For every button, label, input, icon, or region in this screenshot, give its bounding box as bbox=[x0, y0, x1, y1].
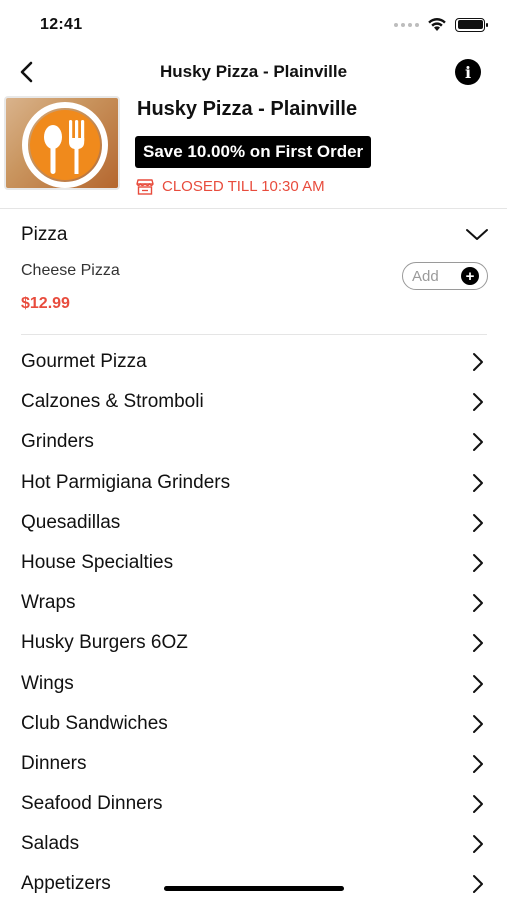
category-label: Seafood Dinners bbox=[21, 793, 163, 815]
menu-item-name: Cheese Pizza bbox=[21, 262, 120, 279]
menu-item-price: $12.99 bbox=[21, 295, 70, 312]
chevron-right-icon bbox=[473, 473, 483, 492]
promo-badge: Save 10.00% on First Order bbox=[135, 136, 372, 168]
battery-icon bbox=[455, 17, 488, 32]
menu-item[interactable]: Cheese Pizza $12.99 Add + bbox=[0, 258, 507, 324]
store-status: CLOSED TILL 10:30 AM bbox=[136, 178, 325, 195]
category-label: Calzones & Stromboli bbox=[21, 391, 204, 413]
chevron-right-icon bbox=[473, 594, 483, 613]
chevron-right-icon bbox=[473, 353, 483, 371]
category-label: Gourmet Pizza bbox=[21, 351, 147, 372]
category-row-quesadillas[interactable]: Quesadillas bbox=[0, 503, 507, 543]
category-label: Club Sandwiches bbox=[21, 712, 168, 734]
category-row-wings[interactable]: Wings bbox=[0, 664, 507, 704]
chevron-down-icon bbox=[466, 229, 488, 240]
info-icon: i bbox=[464, 62, 472, 82]
category-label: Quesadillas bbox=[21, 511, 121, 533]
category-label: House Specialties bbox=[21, 551, 174, 573]
restaurant-logo bbox=[4, 96, 120, 190]
plus-icon: + bbox=[461, 267, 479, 285]
store-status-text: CLOSED TILL 10:30 AM bbox=[162, 178, 325, 195]
category-label: Wings bbox=[21, 672, 74, 694]
section-header-pizza[interactable]: Pizza bbox=[0, 214, 507, 256]
category-row-grinders[interactable]: Grinders bbox=[0, 422, 507, 462]
store-icon bbox=[136, 178, 154, 195]
category-row-husky-burgers[interactable]: Husky Burgers 6OZ bbox=[0, 623, 507, 663]
status-bar: 12:41 bbox=[0, 0, 507, 48]
chevron-right-icon bbox=[473, 433, 483, 452]
chevron-right-icon bbox=[473, 835, 483, 854]
add-button-label: Add bbox=[412, 267, 439, 285]
chevron-right-icon bbox=[473, 875, 483, 894]
category-label: Wraps bbox=[21, 592, 76, 614]
category-label: Husky Burgers 6OZ bbox=[21, 632, 188, 654]
category-row-seafood-dinners[interactable]: Seafood Dinners bbox=[0, 784, 507, 824]
chevron-right-icon bbox=[473, 513, 483, 532]
nav-title: Husky Pizza - Plainville bbox=[159, 62, 348, 81]
items-divider bbox=[21, 334, 487, 335]
cellular-signal-icon bbox=[394, 22, 419, 27]
home-indicator[interactable] bbox=[164, 886, 344, 891]
category-row-hot-parmigiana-grinders[interactable]: Hot Parmigiana Grinders bbox=[0, 463, 507, 503]
chevron-right-icon bbox=[473, 393, 483, 412]
category-row-calzones-stromboli[interactable]: Calzones & Stromboli bbox=[0, 382, 507, 422]
category-row-gourmet-pizza[interactable]: Gourmet Pizza bbox=[0, 342, 507, 382]
chevron-right-icon bbox=[473, 674, 483, 693]
wifi-icon bbox=[428, 18, 446, 31]
restaurant-name: Husky Pizza - Plainville bbox=[137, 98, 358, 120]
category-list: Gourmet Pizza Calzones & Stromboli Grind… bbox=[0, 342, 507, 900]
category-row-dinners[interactable]: Dinners bbox=[0, 744, 507, 784]
header-divider bbox=[0, 208, 507, 209]
category-label: Appetizers bbox=[21, 873, 111, 895]
add-button[interactable]: Add + bbox=[402, 262, 488, 290]
category-row-house-specialties[interactable]: House Specialties bbox=[0, 543, 507, 583]
category-label: Dinners bbox=[21, 752, 87, 774]
nav-bar: Husky Pizza - Plainville i bbox=[0, 52, 507, 92]
info-button[interactable]: i bbox=[455, 59, 481, 85]
category-label: Hot Parmigiana Grinders bbox=[21, 471, 231, 493]
category-row-wraps[interactable]: Wraps bbox=[0, 583, 507, 623]
category-label: Grinders bbox=[21, 431, 94, 453]
status-icons bbox=[394, 17, 488, 32]
fork-spoon-icon bbox=[22, 102, 108, 188]
category-row-appetizers[interactable]: Appetizers bbox=[0, 864, 507, 900]
section-title: Pizza bbox=[21, 224, 68, 245]
restaurant-header: Husky Pizza - Plainville Save 10.00% on … bbox=[0, 94, 507, 208]
category-row-club-sandwiches[interactable]: Club Sandwiches bbox=[0, 704, 507, 744]
chevron-right-icon bbox=[473, 714, 483, 733]
category-row-salads[interactable]: Salads bbox=[0, 824, 507, 864]
status-time: 12:41 bbox=[40, 16, 83, 33]
chevron-right-icon bbox=[473, 634, 483, 653]
category-label: Salads bbox=[21, 833, 80, 855]
chevron-right-icon bbox=[473, 795, 483, 814]
chevron-right-icon bbox=[473, 754, 483, 773]
chevron-right-icon bbox=[473, 553, 483, 572]
